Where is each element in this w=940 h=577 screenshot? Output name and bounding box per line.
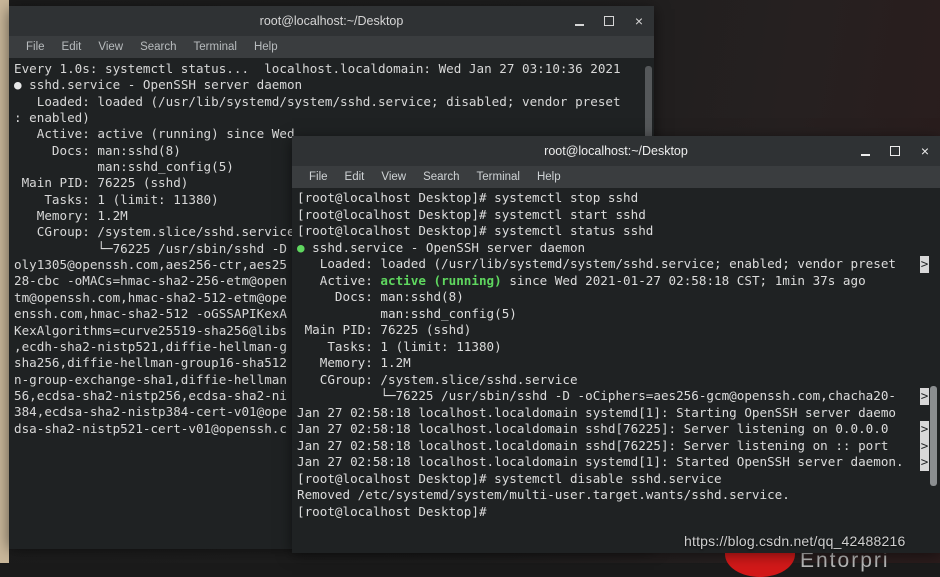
menu-file-front[interactable]: File <box>302 170 335 184</box>
maximize-icon-front[interactable] <box>888 144 902 158</box>
menu-terminal-back[interactable]: Terminal <box>187 40 244 54</box>
maximize-icon-back[interactable] <box>602 14 616 28</box>
terminal-line: Jan 27 02:58:18 localhost.localdomain sy… <box>297 454 904 469</box>
terminal-line: man:sshd_config(5) <box>297 305 517 321</box>
menu-edit-front[interactable]: Edit <box>338 170 372 184</box>
terminal-line: [root@localhost Desktop]# <box>297 503 487 519</box>
window-controls-front[interactable]: × <box>858 136 932 166</box>
minimize-icon-front[interactable] <box>858 144 872 158</box>
service-status-dot-icon: ● <box>297 239 305 255</box>
terminal-line: Jan 27 02:58:18 localhost.localdomain ss… <box>297 437 896 453</box>
terminal-line: Memory: 1.2M <box>297 355 411 370</box>
window-title-front: root@localhost:~/Desktop <box>544 144 688 158</box>
terminal-line: CGroup: /system.slice/sshd.service <box>297 371 578 387</box>
close-icon-front[interactable]: × <box>918 144 932 158</box>
line-truncation-marker: > <box>920 421 929 438</box>
menu-edit-back[interactable]: Edit <box>55 40 89 54</box>
menu-search-front[interactable]: Search <box>416 170 466 184</box>
line-truncation-marker: > <box>920 256 929 273</box>
window-title-back: root@localhost:~/Desktop <box>259 14 404 28</box>
titlebar-back[interactable]: root@localhost:~/Desktop × <box>9 6 654 36</box>
terminal-line: [root@localhost Desktop]# systemctl stop… <box>297 190 639 205</box>
terminal-line: [root@localhost Desktop]# systemctl disa… <box>297 470 722 486</box>
service-active-state: active (running) <box>380 272 502 288</box>
terminal-line: [root@localhost Desktop]# systemctl stat… <box>297 223 654 238</box>
terminal-line: Tasks: 1 (limit: 11380) <box>297 338 502 354</box>
terminal-line: ● sshd.service - OpenSSH server daemon <box>297 239 586 255</box>
service-status-dot-icon: ● <box>14 77 22 93</box>
menubar-front[interactable]: File Edit View Search Terminal Help <box>292 166 940 188</box>
menu-terminal-front[interactable]: Terminal <box>470 170 527 184</box>
window-controls-back[interactable]: × <box>572 6 646 36</box>
terminal-line: ● sshd.service - OpenSSH server daemon <box>14 77 303 93</box>
terminal-line: Removed /etc/systemd/system/multi-user.t… <box>297 487 790 502</box>
terminal-window-front[interactable]: root@localhost:~/Desktop × File Edit Vie… <box>292 136 940 553</box>
terminal-line: Loaded: loaded (/usr/lib/systemd/system/… <box>14 93 621 109</box>
menu-help-back[interactable]: Help <box>247 40 285 54</box>
menu-view-front[interactable]: View <box>374 170 413 184</box>
menu-search-back[interactable]: Search <box>133 40 183 54</box>
red-logo-shape <box>725 551 795 577</box>
menu-file-back[interactable]: File <box>19 40 52 54</box>
minimize-icon-back[interactable] <box>572 14 586 28</box>
terminal-line: [root@localhost Desktop]# systemctl star… <box>297 206 646 222</box>
menubar-back[interactable]: File Edit View Search Terminal Help <box>9 36 654 58</box>
titlebar-front[interactable]: root@localhost:~/Desktop × <box>292 136 940 166</box>
terminal-line: Main PID: 76225 (sshd) <box>297 322 472 337</box>
terminal-line: Docs: man:sshd(8) <box>297 289 464 304</box>
watermark-url: https://blog.csdn.net/qq_42488216 <box>684 533 906 549</box>
line-truncation-marker: > <box>920 454 929 471</box>
line-truncation-marker: > <box>920 388 929 405</box>
terminal-line: Jan 27 02:58:18 localhost.localdomain ss… <box>297 421 896 436</box>
terminal-line: Jan 27 02:58:18 localhost.localdomain sy… <box>297 404 896 420</box>
terminal-line: └─76225 /usr/sbin/sshd -D -oCiphers=aes2… <box>297 388 896 403</box>
scrollbar-front[interactable] <box>930 386 937 486</box>
menu-help-front[interactable]: Help <box>530 170 568 184</box>
line-truncation-marker: > <box>920 437 929 454</box>
terminal-output-front[interactable]: [root@localhost Desktop]# systemctl stop… <box>292 188 940 553</box>
terminal-line: : enabled) <box>14 110 90 126</box>
terminal-line: Every 1.0s: systemctl status... localhos… <box>14 61 621 76</box>
terminal-line: Active: active (running) since Wed 2021-… <box>297 272 866 288</box>
menu-view-back[interactable]: View <box>91 40 130 54</box>
desktop-left-accent-strip <box>0 0 9 563</box>
terminal-line: Loaded: loaded (/usr/lib/systemd/system/… <box>297 256 896 271</box>
close-icon-back[interactable]: × <box>632 14 646 28</box>
